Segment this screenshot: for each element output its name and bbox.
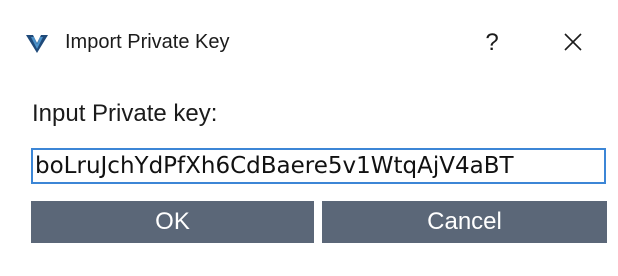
import-private-key-dialog: Import Private Key ? Input Private key: … <box>0 0 618 276</box>
private-key-input[interactable]: boLruJchYdPfXh6CdBaere5v1WtqAjV4aBT <box>31 148 606 184</box>
dialog-body: Input Private key: boLruJchYdPfXh6CdBaer… <box>0 82 618 276</box>
private-key-label: Input Private key: <box>32 100 218 127</box>
help-button[interactable]: ? <box>470 20 514 66</box>
ok-button[interactable]: OK <box>31 201 314 243</box>
window-title: Import Private Key <box>65 31 230 53</box>
close-button[interactable] <box>550 20 596 66</box>
close-icon <box>564 33 582 51</box>
vertcoin-logo-icon <box>26 34 48 54</box>
cancel-button[interactable]: Cancel <box>322 201 607 243</box>
title-bar: Import Private Key ? <box>0 0 618 82</box>
